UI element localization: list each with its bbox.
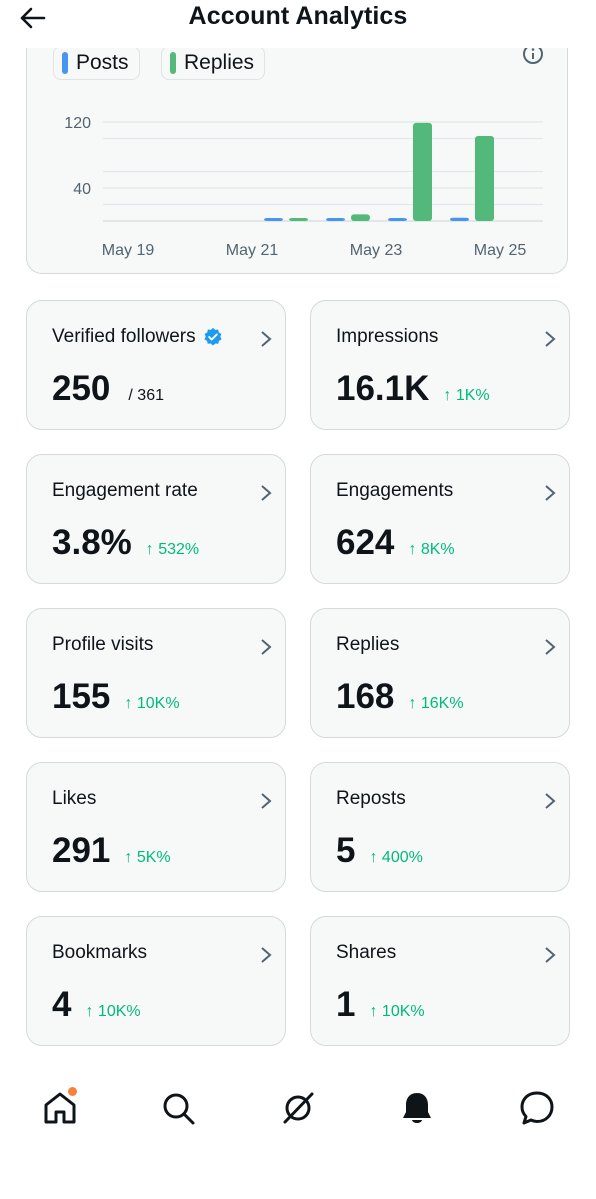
stat-delta: ↑ 400% [369, 849, 423, 866]
chevron-right-icon [261, 331, 272, 347]
app-header: Account Analytics [0, 0, 596, 48]
x-tick-label: May 21 [226, 242, 279, 259]
stat-label: Likes [52, 788, 97, 809]
stat-label: Reposts [336, 788, 406, 809]
stat-value: 168 [336, 677, 395, 716]
stat-value: 16.1K [336, 369, 430, 408]
messages-icon[interactable] [517, 1088, 557, 1128]
bar-replies[interactable] [413, 122, 432, 221]
stat-card-shares[interactable]: Shares 1 ↑ 10K% [310, 916, 570, 1046]
stat-label: Engagement rate [52, 480, 198, 501]
stat-value: 624 [336, 523, 395, 562]
search-icon[interactable] [158, 1088, 198, 1128]
stat-delta: ↑ 10K% [369, 1003, 425, 1020]
stat-value: 250 [52, 369, 111, 408]
bar-replies[interactable] [475, 136, 494, 221]
stat-total: / 361 [128, 387, 164, 404]
stat-label: Replies [336, 634, 400, 655]
bar-posts[interactable] [326, 218, 345, 221]
x-tick-label: May 25 [474, 242, 527, 259]
stat-delta: ↑ 5K% [124, 849, 171, 866]
stat-value-row: 624 ↑ 8K% [336, 523, 455, 563]
page-title: Account Analytics [188, 2, 408, 30]
stat-card-engagements[interactable]: Engagements 624 ↑ 8K% [310, 454, 570, 584]
verified-badge-icon [204, 327, 222, 346]
chevron-right-icon [261, 639, 272, 655]
stat-value: 1 [336, 985, 356, 1024]
stat-value-row: 155 ↑ 10K% [52, 677, 180, 717]
bar-posts[interactable] [450, 217, 469, 221]
stat-label: Bookmarks [52, 942, 148, 963]
bar-posts[interactable] [264, 218, 283, 221]
stat-card-likes[interactable]: Likes 291 ↑ 5K% [26, 762, 286, 892]
chevron-right-icon [545, 331, 556, 347]
stat-value: 291 [52, 831, 111, 870]
stat-delta: ↑ 1K% [443, 387, 490, 404]
stat-value: 4 [52, 985, 72, 1024]
stat-value-row: 291 ↑ 5K% [52, 831, 171, 871]
stat-delta: ↑ 16K% [408, 695, 464, 712]
stat-label: Verified followers [52, 326, 196, 347]
grok-icon[interactable] [278, 1088, 318, 1128]
stat-card-reposts[interactable]: Reposts 5 ↑ 400% [310, 762, 570, 892]
stat-card-bookmarks[interactable]: Bookmarks 4 ↑ 10K% [26, 916, 286, 1046]
stat-card-verified-followers[interactable]: Verified followers 250 / 361 [26, 300, 286, 430]
stat-value: 155 [52, 677, 111, 716]
stat-card-replies[interactable]: Replies 168 ↑ 16K% [310, 608, 570, 738]
notifications-icon[interactable] [397, 1088, 437, 1128]
chevron-right-icon [545, 947, 556, 963]
bottom-nav [0, 1060, 596, 1160]
stat-card-impressions[interactable]: Impressions 16.1K ↑ 1K% [310, 300, 570, 430]
bar-posts[interactable] [388, 218, 407, 221]
analytics-chart-card: Posts Replies 40 120 May 19 May 21 May 23 May… [26, 30, 568, 274]
stat-label: Engagements [336, 480, 454, 501]
y-tick-label: 40 [73, 181, 91, 198]
bar-replies[interactable] [289, 218, 308, 221]
stat-label: Impressions [336, 326, 439, 347]
stat-label: Shares [336, 942, 397, 963]
x-tick-label: May 19 [102, 242, 155, 259]
stat-value-row: 1 ↑ 10K% [336, 985, 425, 1025]
stat-value-row: 3.8% ↑ 532% [52, 523, 199, 563]
stat-card-engagement-rate[interactable]: Engagement rate 3.8% ↑ 532% [26, 454, 286, 584]
y-tick-label: 120 [64, 115, 91, 132]
chevron-right-icon [261, 485, 272, 501]
chevron-right-icon [545, 485, 556, 501]
stat-card-profile-visits[interactable]: Profile visits 155 ↑ 10K% [26, 608, 286, 738]
stat-value-row: 4 ↑ 10K% [52, 985, 141, 1025]
chevron-right-icon [261, 947, 272, 963]
x-tick-label: May 23 [350, 242, 403, 259]
chevron-right-icon [545, 639, 556, 655]
stat-delta: ↑ 10K% [85, 1003, 141, 1020]
stat-label: Profile visits [52, 634, 154, 655]
stat-value-row: 168 ↑ 16K% [336, 677, 464, 717]
chevron-right-icon [261, 793, 272, 809]
stat-value-row: 16.1K ↑ 1K% [336, 369, 490, 409]
stat-delta: ↑ 10K% [124, 695, 180, 712]
chevron-right-icon [545, 793, 556, 809]
stat-delta: ↑ 8K% [408, 541, 455, 558]
stat-value-row: 250 / 361 [52, 369, 164, 409]
bar-replies[interactable] [351, 214, 370, 221]
stat-label-wrap: Verified followers [52, 326, 223, 348]
stat-delta: ↑ 532% [145, 541, 200, 558]
home-notification-dot [68, 1087, 77, 1096]
stat-value-row: 5 ↑ 400% [336, 831, 423, 871]
bar-chart: 40 120 May 19 May 21 May 23 May 25 [64, 115, 543, 259]
stat-value: 5 [336, 831, 356, 870]
stat-value: 3.8% [52, 523, 132, 562]
